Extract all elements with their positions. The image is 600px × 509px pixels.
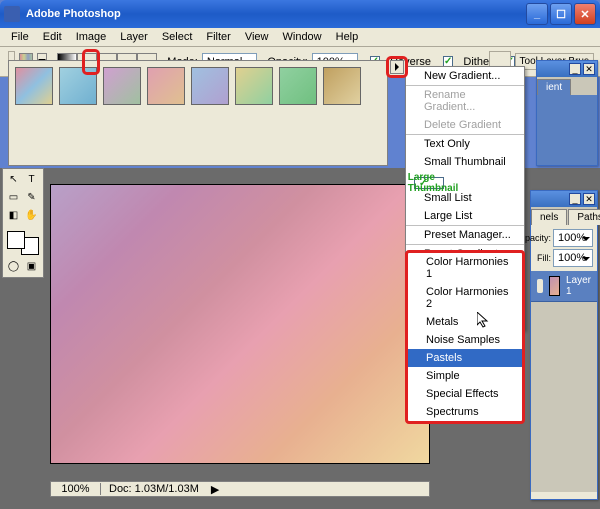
layer-fill-input[interactable]: 100% xyxy=(553,249,593,267)
menu-filter[interactable]: Filter xyxy=(199,29,237,45)
zoom-level[interactable]: 100% xyxy=(51,483,101,495)
app-icon xyxy=(4,6,20,22)
channels-tab[interactable]: nels xyxy=(531,209,567,225)
layer-row[interactable]: Layer 1 xyxy=(531,271,597,302)
panel-minimize-button[interactable]: _ xyxy=(569,63,581,75)
menu-image[interactable]: Image xyxy=(69,29,114,45)
gradient-swatch[interactable] xyxy=(235,67,273,105)
menu-view[interactable]: View xyxy=(238,29,276,45)
toolbox: ↖ T ▭ ✎ ◧ ✋ ◯ ▣ xyxy=(2,168,44,278)
preset-special-effects[interactable]: Special Effects xyxy=(408,385,522,403)
hand-tool[interactable]: ✋ xyxy=(23,207,40,224)
panel-close-button[interactable]: ✕ xyxy=(583,193,595,205)
screenmode-toggle[interactable]: ▣ xyxy=(23,258,40,275)
gradient-swatch[interactable] xyxy=(191,67,229,105)
panel-close-button[interactable]: ✕ xyxy=(583,63,595,75)
menu-edit[interactable]: Edit xyxy=(36,29,69,45)
preset-spectrums[interactable]: Spectrums xyxy=(408,403,522,421)
navigator-tab[interactable]: ient xyxy=(537,79,571,95)
type-tool[interactable]: T xyxy=(23,171,40,188)
preset-color-harmonies-2[interactable]: Color Harmonies 2 xyxy=(408,283,522,313)
gradient-preset-group: Color Harmonies 1 Color Harmonies 2 Meta… xyxy=(405,250,525,424)
gradient-swatch[interactable] xyxy=(59,67,97,105)
layers-panel[interactable]: _ ✕ nels Paths Opacity: 100% Fill: 100% … xyxy=(530,190,598,500)
menu-help[interactable]: Help xyxy=(329,29,366,45)
doc-size[interactable]: Doc: 1.03M/1.03M xyxy=(101,483,207,495)
move-tool[interactable]: ↖ xyxy=(5,171,22,188)
menu-new-gradient[interactable]: New Gradient... xyxy=(406,67,524,85)
preset-pastels[interactable]: Pastels xyxy=(408,349,522,367)
menu-large-thumbnail[interactable]: Large Thumbnail xyxy=(414,177,444,189)
menu-small-list[interactable]: Small List xyxy=(406,189,524,207)
layer-name[interactable]: Layer 1 xyxy=(566,275,591,297)
fg-bg-colors[interactable] xyxy=(5,229,41,257)
foreground-color[interactable] xyxy=(7,231,25,249)
window-titlebar: Adobe Photoshop _ ☐ ✕ xyxy=(0,0,600,28)
gradient-swatch[interactable] xyxy=(147,67,185,105)
menu-delete-gradient: Delete Gradient xyxy=(406,116,524,134)
layer-fill-label: Fill: xyxy=(537,253,551,263)
cursor-icon xyxy=(477,312,493,328)
menu-bar: File Edit Image Layer Select Filter View… xyxy=(0,28,600,47)
menu-layer[interactable]: Layer xyxy=(113,29,155,45)
panel-minimize-button[interactable]: _ xyxy=(569,193,581,205)
panel-titlebar[interactable]: _ ✕ xyxy=(531,191,597,207)
status-bar: 100% Doc: 1.03M/1.03M ▶ xyxy=(50,481,430,497)
menu-text-only[interactable]: Text Only xyxy=(406,134,524,153)
preset-simple[interactable]: Simple xyxy=(408,367,522,385)
preset-metals[interactable]: Metals xyxy=(408,313,522,331)
crop-tool[interactable]: ▭ xyxy=(5,189,22,206)
menu-window[interactable]: Window xyxy=(276,29,329,45)
gradient-swatch[interactable] xyxy=(15,67,53,105)
preset-noise-samples[interactable]: Noise Samples xyxy=(408,331,522,349)
panel-titlebar[interactable]: _ ✕ xyxy=(537,61,597,77)
close-button[interactable]: ✕ xyxy=(574,3,596,25)
swatch-flyout-button[interactable] xyxy=(390,60,404,74)
preset-color-harmonies-1[interactable]: Color Harmonies 1 xyxy=(408,253,522,283)
maximize-button[interactable]: ☐ xyxy=(550,3,572,25)
gradient-swatch[interactable] xyxy=(279,67,317,105)
eye-icon[interactable] xyxy=(537,279,543,293)
minimize-button[interactable]: _ xyxy=(526,3,548,25)
menu-large-list[interactable]: Large List xyxy=(406,207,524,225)
layer-opacity-input[interactable]: 100% xyxy=(553,229,593,247)
gradient-swatch-panel xyxy=(8,60,388,166)
menu-small-thumbnail[interactable]: Small Thumbnail xyxy=(406,153,524,171)
document-canvas[interactable] xyxy=(50,184,430,464)
menu-rename-gradient: Rename Gradient... xyxy=(406,85,524,116)
window-title: Adobe Photoshop xyxy=(26,8,121,20)
eyedropper-tool[interactable]: ◧ xyxy=(5,207,22,224)
gradient-swatch[interactable] xyxy=(103,67,141,105)
menu-select[interactable]: Select xyxy=(155,29,200,45)
navigator-panel[interactable]: _ ✕ ient xyxy=(536,60,598,166)
paths-tab[interactable]: Paths xyxy=(568,209,600,225)
menu-preset-manager[interactable]: Preset Manager... xyxy=(406,225,524,244)
layer-thumbnail[interactable] xyxy=(549,276,560,296)
quickmask-toggle[interactable]: ◯ xyxy=(5,258,22,275)
brush-tool[interactable]: ✎ xyxy=(23,189,40,206)
chevron-right-icon[interactable]: ▶ xyxy=(211,483,219,496)
gradient-swatch[interactable] xyxy=(323,67,361,105)
menu-file[interactable]: File xyxy=(4,29,36,45)
